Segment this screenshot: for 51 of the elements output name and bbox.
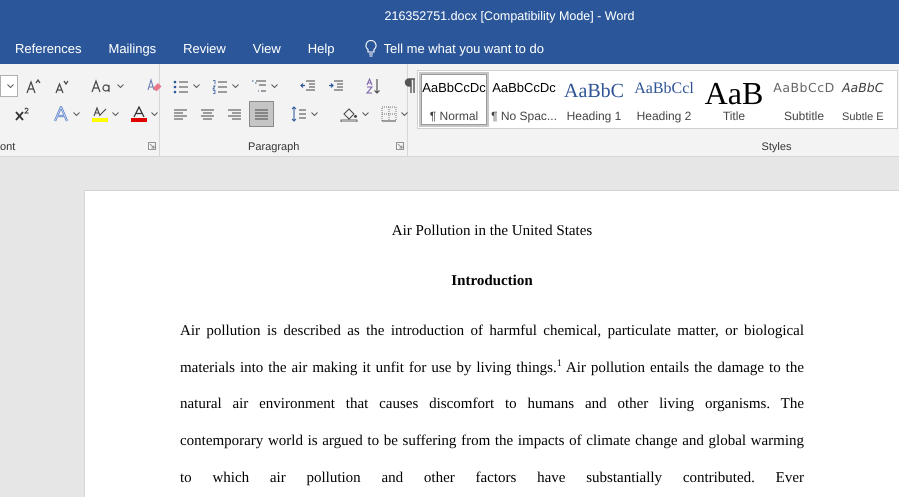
align-center-icon (200, 106, 215, 122)
ribbon-tab[interactable]: View (244, 32, 289, 64)
section-heading: Introduction (450, 272, 534, 291)
dialog-launcher-icon (396, 142, 404, 150)
group-label: Styles (762, 141, 792, 153)
caret-icon (401, 112, 408, 116)
lightbulb-icon (364, 39, 378, 57)
shrink-font-icon (53, 78, 69, 94)
align-left-icon (173, 106, 188, 122)
bullets-icon (173, 78, 189, 94)
ribbon-tab[interactable]: Mailings (100, 32, 164, 64)
caret-icon (232, 84, 239, 88)
superscript-icon (15, 107, 31, 121)
decrease-indent-icon (300, 79, 316, 93)
group-label: ont (0, 141, 16, 153)
sort-icon (366, 78, 382, 94)
ribbon-tab[interactable]: Review (175, 32, 234, 64)
line-spacing-icon (291, 106, 307, 122)
group-label: Paragraph (248, 141, 300, 153)
caret-icon (117, 84, 124, 88)
style-option[interactable]: AaBbCcDc ¶ Normal (419, 72, 489, 127)
tell-me-field[interactable]: Tell me what you want to do (384, 40, 584, 56)
borders-icon (381, 106, 397, 122)
font-size-dropdown[interactable] (0, 75, 18, 97)
eraser-icon (146, 78, 162, 94)
window-title: 216352751.docx [Compatibility Mode] - Word (384, 9, 634, 23)
paint-bucket-icon (340, 106, 358, 122)
caret-icon (311, 112, 318, 116)
increase-indent-icon (328, 79, 344, 93)
caret-icon (112, 112, 119, 116)
grow-font-icon (25, 78, 41, 94)
align-right-icon (227, 106, 242, 122)
caret-icon (193, 84, 200, 88)
body-paragraph: Air pollution is described as the introduction of harmful chemical, particulate matter, or biological materials into the air making it unfit for use by living things.$^{1}$ Air pollution entails the damage to the natural air environment that causes discomfort to humans and other living organisms. The contemporary world is argued to be suffering from the impacts of climate change and global warming to which air pollution and other factors have substantially contributed. Ever (180, 322, 804, 488)
font-color-icon (131, 106, 147, 122)
caret-icon (73, 112, 80, 116)
align-justify-button[interactable] (249, 101, 274, 127)
dialog-launcher-icon (148, 142, 156, 150)
caret-icon (271, 84, 278, 88)
ribbon-tab[interactable]: Help (300, 32, 342, 64)
numbering-icon (212, 78, 228, 94)
caret-icon (362, 112, 369, 116)
highlighter-icon (92, 106, 108, 122)
text-effects-icon (53, 106, 69, 122)
align-justify-icon (254, 106, 269, 122)
caret-icon (7, 84, 14, 88)
caret-icon (151, 112, 158, 116)
ribbon-tab[interactable]: References (7, 32, 90, 64)
document-title: Air Pollution in the United States (390, 222, 594, 241)
pilcrow-icon (404, 78, 416, 94)
multilevel-list-icon (251, 78, 267, 94)
